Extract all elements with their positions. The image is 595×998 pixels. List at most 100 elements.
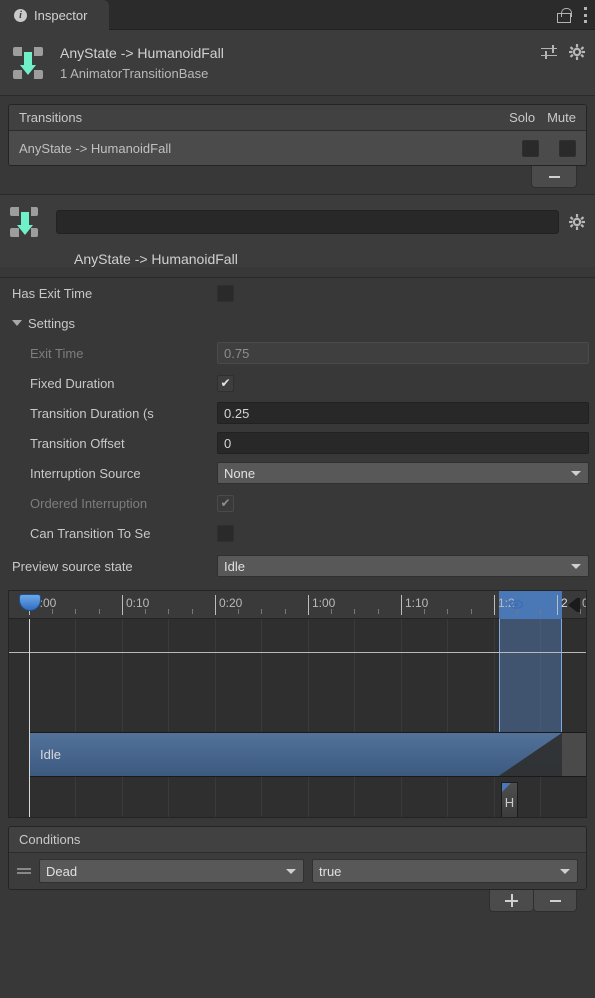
row-transition-offset: Transition Offset 0 [6,428,589,458]
preview-source-state-dropdown[interactable]: Idle [217,555,589,577]
preset-sliders-icon[interactable] [541,44,557,60]
ruler-label-4: 1:10 [405,596,429,610]
tab-inspector-label: Inspector [34,7,88,23]
drag-handle-icon[interactable] [17,866,31,876]
settings-foldout-label: Settings [28,315,75,331]
interruption-source-value: None [224,465,256,481]
ruler-label-6: 2 [561,596,568,610]
remove-transition-button[interactable] [531,166,577,188]
gear-icon[interactable] [569,44,585,60]
row-fixed-duration: Fixed Duration [6,368,589,398]
ruler-label-2: 0:20 [219,596,243,610]
kebab-menu-icon[interactable] [583,7,587,23]
row-interruption-source: Interruption Source None [6,458,589,488]
exit-time-label: Exit Time [30,345,84,361]
mute-column-label: Mute [547,110,576,125]
table-row[interactable]: AnyState -> HumanoidFall [9,131,586,165]
object-subtitle: 1 AnimatorTransitionBase [60,65,209,81]
row-transition-duration: Transition Duration (s 0.25 [6,398,589,428]
chevron-down-icon [571,564,581,569]
add-condition-button[interactable] [489,890,533,912]
object-header: AnyState -> HumanoidFall 1 AnimatorTrans… [0,30,595,96]
clip-tail [562,733,586,776]
row-ordered-interruption: Ordered Interruption [6,488,589,518]
transitions-header: Transitions Solo Mute [9,105,586,131]
preview-source-state-value: Idle [224,558,245,574]
ruler-label-3: 1:00 [312,596,336,610]
page-title: AnyState -> HumanoidFall [60,44,224,61]
row-has-exit-time: Has Exit Time [6,278,589,308]
conditions-header-label: Conditions [19,832,81,847]
condition-value-value: true [319,863,342,879]
condition-parameter-dropdown[interactable]: Dead [39,859,304,883]
transitions-header-label: Transitions [19,110,83,125]
mute-checkbox[interactable] [559,139,576,157]
fixed-duration-label: Fixed Duration [30,375,115,391]
transition-blend-region[interactable] [499,619,562,732]
exit-time-field: 0.75 [217,342,589,364]
solo-column-label: Solo [509,110,536,125]
conditions-box: Conditions Dead true [8,826,587,890]
clip-fade-out [499,733,562,776]
transition-preview-timeline[interactable]: 0:00 0:10 0:20 1:00 1:10 1:2 2 0 [8,590,587,818]
gear-icon[interactable] [569,214,585,230]
settings-foldout[interactable]: Settings [6,308,589,338]
timeline-body[interactable]: Idle H [9,619,586,817]
eye-icon[interactable] [509,599,524,610]
can-transition-to-self-label: Can Transition To Se [30,525,151,541]
transition-detail-header: AnyState -> HumanoidFall [0,195,595,267]
ruler-label-1: 0:10 [126,596,150,610]
ruler-label-7: 0 [582,596,586,610]
prev-frame-icon[interactable] [568,598,577,612]
has-exit-time-checkbox[interactable] [217,284,234,302]
preview-source-state-label: Preview source state [12,558,133,574]
transition-row-label: AnyState -> HumanoidFall [19,140,172,156]
timeline-marker-label: H [504,794,515,810]
row-can-transition-to-self: Can Transition To Se [6,518,589,548]
chevron-down-icon [560,869,570,874]
timeline-clip-label: Idle [40,747,61,762]
solo-checkbox[interactable] [522,139,539,157]
chevron-down-icon [12,320,22,326]
chevron-down-icon [571,471,581,476]
transitions-buttons [8,166,587,188]
info-icon: i [14,8,27,22]
conditions-buttons [8,890,587,912]
inspector-window: i Inspector AnyState -> HumanoidFall 1 A… [0,0,595,998]
transition-duration-field[interactable]: 0.25 [217,402,589,424]
settings-section: Has Exit Time Settings Exit Time 0.75 Fi… [0,278,595,584]
condition-value-dropdown[interactable]: true [312,859,578,883]
transition-name-input[interactable] [56,210,559,234]
timeline-ruler[interactable]: 0:00 0:10 0:20 1:00 1:10 1:2 2 0 [9,591,586,619]
lock-open-icon[interactable] [556,7,572,23]
animator-transition-icon-small [8,205,42,239]
condition-parameter-value: Dead [46,863,78,879]
prev-frame-bar-icon [577,598,580,612]
transition-offset-label: Transition Offset [30,435,125,451]
condition-row: Dead true [9,853,586,889]
playhead-line [29,619,30,817]
transition-offset-field[interactable]: 0 [217,432,589,454]
remove-condition-button[interactable] [533,890,577,912]
row-exit-time: Exit Time 0.75 [6,338,589,368]
tab-inspector[interactable]: i Inspector [0,0,110,30]
timeline-marker-h[interactable]: H [501,782,518,817]
can-transition-to-self-checkbox[interactable] [217,524,234,542]
conditions-header: Conditions [9,827,586,853]
transitions-box: Transitions Solo Mute AnyState -> Humano… [8,104,587,166]
transition-duration-label: Transition Duration (s [30,405,154,421]
transitions-section: Transitions Solo Mute AnyState -> Humano… [0,96,595,188]
interruption-source-dropdown[interactable]: None [217,462,589,484]
tabbar-actions [556,0,587,30]
ordered-interruption-label: Ordered Interruption [30,495,148,511]
animator-transition-icon [10,45,46,81]
inspector-tabbar: i Inspector [0,0,595,30]
has-exit-time-label: Has Exit Time [12,285,93,301]
row-preview-source-state: Preview source state Idle [6,548,589,584]
ordered-interruption-checkbox [217,494,234,512]
conditions-section: Conditions Dead true [0,826,595,912]
chevron-down-icon [286,869,296,874]
transition-caption: AnyState -> HumanoidFall [74,251,238,267]
interruption-source-label: Interruption Source [30,465,141,481]
fixed-duration-checkbox[interactable] [217,374,234,392]
